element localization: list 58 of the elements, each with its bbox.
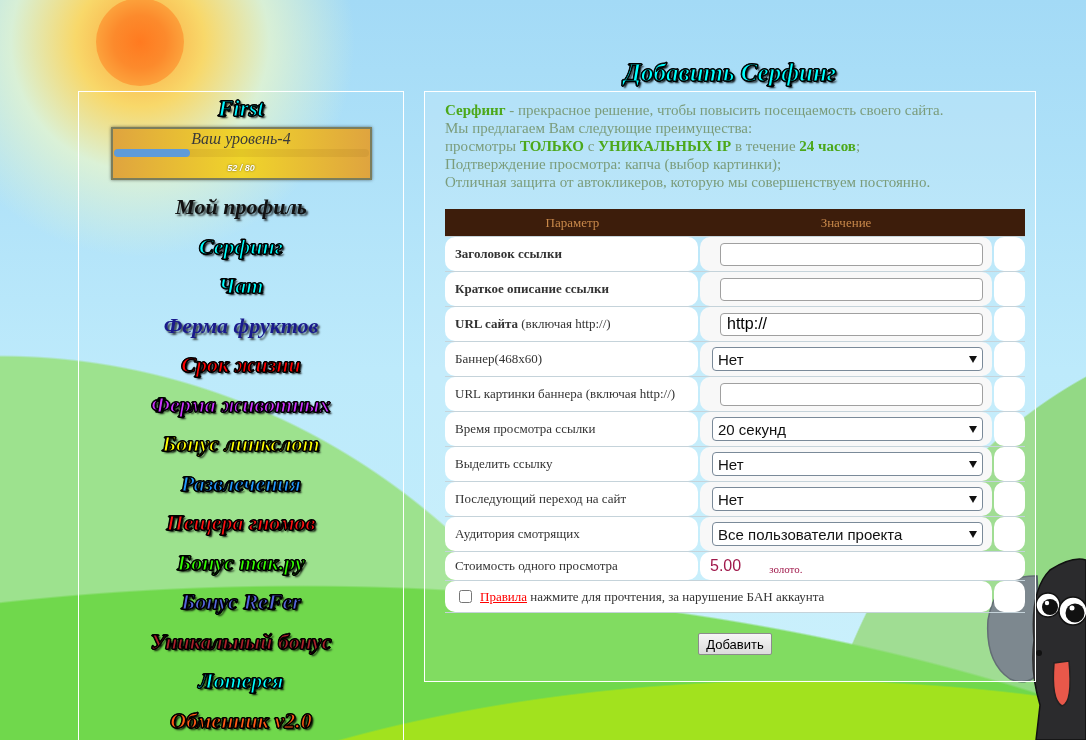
menu-link[interactable]: Бонус ReFer bbox=[181, 589, 301, 615]
dropdown[interactable]: Нет bbox=[712, 452, 983, 476]
menu-link[interactable]: Уникальный бонус bbox=[150, 628, 332, 655]
field-label: Выделить ссылку bbox=[445, 447, 698, 481]
field-label: Аудитория смотрящих bbox=[445, 517, 698, 551]
dropdown[interactable]: 20 секунд bbox=[712, 417, 983, 441]
field-label: Стоимость одного просмотра bbox=[445, 552, 698, 580]
input-field[interactable]: http:// bbox=[720, 312, 983, 336]
rules-checkbox[interactable] bbox=[459, 590, 472, 603]
dropdown[interactable]: Нет bbox=[712, 347, 983, 371]
caret-icon bbox=[969, 530, 977, 538]
input-field[interactable] bbox=[720, 277, 983, 301]
table-cell bbox=[994, 482, 1025, 516]
dropdown[interactable]: Все пользователи проекта bbox=[712, 522, 983, 546]
field-label: Краткое описание ссылки bbox=[445, 272, 698, 306]
table-cell bbox=[994, 307, 1025, 341]
dropdown[interactable]: Нет bbox=[712, 487, 983, 511]
field-label: URL картинки баннера (включая http://) bbox=[445, 377, 698, 411]
table-cell bbox=[994, 272, 1025, 306]
column-header: Параметр bbox=[545, 214, 600, 231]
intro-text: Мы предлагаем Вам следующие преимущества: bbox=[445, 119, 754, 137]
menu-link[interactable]: Мой профиль bbox=[175, 194, 307, 220]
intro-text: просмотры ТОЛЬКО с УНИКАЛЬНЫХ IP в течение 24 часов; bbox=[445, 137, 862, 155]
caret-icon bbox=[969, 355, 977, 363]
rules-text: Правила нажмите для прочтения, за нарушение БАН аккаунта bbox=[480, 588, 825, 605]
menu-link[interactable]: Срок жизни bbox=[181, 352, 301, 378]
input-field[interactable] bbox=[720, 382, 983, 406]
table-cell bbox=[994, 447, 1025, 481]
intro-text: Отличная защита от автокликеров, которую мы совершенствуем постоянно. bbox=[445, 173, 932, 191]
progress-reading: 52 / 80 bbox=[227, 163, 255, 174]
table-cell bbox=[994, 237, 1025, 271]
username: First bbox=[218, 95, 264, 123]
rules-link[interactable]: Правила bbox=[480, 588, 527, 604]
table-cell bbox=[994, 412, 1025, 446]
caret-icon bbox=[969, 495, 977, 503]
submit-button[interactable]: Добавить bbox=[698, 633, 772, 655]
menu-link[interactable]: Пещера гномов bbox=[166, 510, 316, 536]
menu-link[interactable]: Ферма фруктов bbox=[163, 312, 319, 339]
menu-link[interactable]: Ферма животных bbox=[151, 391, 331, 418]
intro-text: Серфинг - прекрасное решение, чтобы повысить посещаемость своего сайта. bbox=[445, 101, 945, 119]
currency-label: золото. bbox=[769, 562, 803, 575]
level-label: Ваш уровень-4 bbox=[191, 129, 291, 149]
field-label: Баннер(468x60) bbox=[445, 342, 698, 376]
menu-link[interactable]: Обменник v2.0 bbox=[170, 707, 312, 734]
field-label: Заголовок ссылки bbox=[445, 237, 698, 271]
menu-link[interactable]: Развлечения bbox=[181, 470, 301, 497]
caret-icon bbox=[969, 425, 977, 433]
table-cell bbox=[994, 342, 1025, 376]
column-header: Значение bbox=[820, 214, 872, 231]
intro-text: Подтверждение просмотра: капча (выбор картинки); bbox=[445, 155, 783, 173]
input-field[interactable] bbox=[720, 242, 983, 266]
caret-icon bbox=[969, 460, 977, 468]
price-value: 5.00 bbox=[710, 557, 742, 575]
field-label: Время просмотра ссылки bbox=[445, 412, 698, 446]
field-label: URL сайта (включая http://) bbox=[445, 307, 698, 341]
page-title: Добавить Серфинг bbox=[623, 58, 837, 88]
table-cell bbox=[994, 377, 1025, 411]
field-label: Последующий переход на сайт bbox=[445, 482, 698, 516]
